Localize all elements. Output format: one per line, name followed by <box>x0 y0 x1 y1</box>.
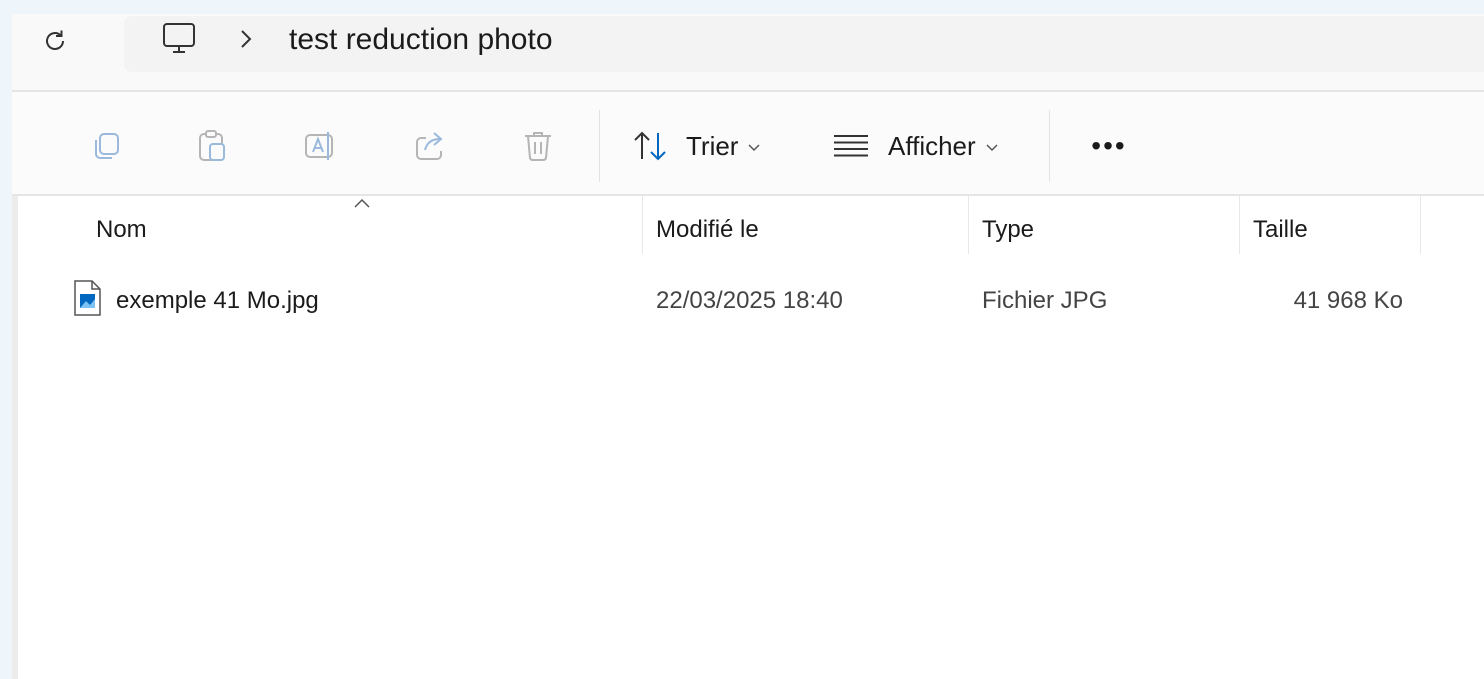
list-view-icon <box>834 135 868 157</box>
view-button[interactable]: Afficher <box>832 126 998 166</box>
chevron-right-icon <box>241 30 252 48</box>
image-file-icon <box>74 280 101 316</box>
trash-icon <box>525 132 551 161</box>
file-size: 41 968 Ko <box>1293 287 1403 314</box>
chevron-down-icon <box>986 144 998 152</box>
file-list: Nom Modifié le Type Taille exemple 41 Mo… <box>12 196 1484 679</box>
toolbar-separator <box>599 110 600 182</box>
column-header-type[interactable]: Type <box>982 210 1034 250</box>
share-icon <box>416 132 443 160</box>
paste-button[interactable] <box>190 124 234 168</box>
command-bar: Trier Afficher ••• <box>12 92 1484 196</box>
computer-icon <box>163 23 195 53</box>
column-header-size[interactable]: Taille <box>1253 210 1308 250</box>
share-button[interactable] <box>408 124 452 168</box>
breadcrumb[interactable]: test reduction photo <box>124 16 1484 72</box>
address-bar: test reduction photo <box>12 14 1484 92</box>
more-options-button[interactable]: ••• <box>1084 126 1134 166</box>
file-name[interactable]: exemple 41 Mo.jpg <box>116 284 319 318</box>
clipboard-icon <box>199 130 225 161</box>
delete-button[interactable] <box>516 124 560 168</box>
copy-icon <box>95 133 119 159</box>
rename-button[interactable] <box>298 124 342 168</box>
sort-ascending-indicator <box>354 198 370 208</box>
file-modified: 22/03/2025 18:40 <box>656 287 843 314</box>
breadcrumb-chevron[interactable] <box>236 24 256 54</box>
refresh-icon <box>46 30 64 50</box>
this-pc-button[interactable] <box>160 21 198 57</box>
sort-icon <box>634 131 666 161</box>
sort-button[interactable]: Trier <box>632 126 761 166</box>
file-explorer-window: test reduction photo Trier Afficher ••• … <box>12 14 1484 679</box>
column-header-modified[interactable]: Modifié le <box>656 210 759 250</box>
view-label: Afficher <box>888 130 976 161</box>
file-type: Fichier JPG <box>982 287 1108 314</box>
column-divider[interactable] <box>1239 196 1240 254</box>
refresh-button[interactable] <box>38 24 72 58</box>
rename-icon <box>305 132 333 160</box>
column-divider[interactable] <box>968 196 969 254</box>
sort-label: Trier <box>686 130 739 161</box>
column-divider[interactable] <box>642 196 643 254</box>
copy-button[interactable] <box>84 124 128 168</box>
more-icon: ••• <box>1091 130 1127 161</box>
chevron-down-icon <box>748 144 761 152</box>
column-header-name[interactable]: Nom <box>96 210 147 250</box>
toolbar-separator <box>1049 110 1050 182</box>
column-divider[interactable] <box>1420 196 1421 254</box>
window-left-edge <box>12 196 18 679</box>
breadcrumb-folder[interactable]: test reduction photo <box>289 23 553 57</box>
